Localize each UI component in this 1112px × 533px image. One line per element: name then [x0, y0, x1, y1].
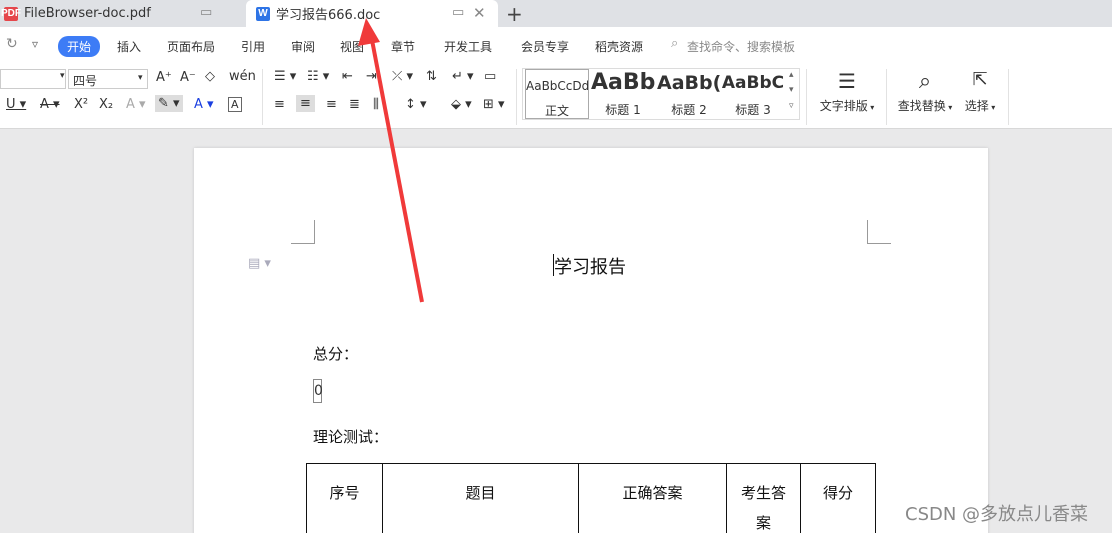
watermark-text: CSDN @多放点儿香菜: [905, 504, 1089, 525]
wps-writer-window: PDF FileBrowser-doc.pdf ▭ W 学习报告666.doc …: [0, 0, 1112, 533]
arrow-shaft: [370, 39, 424, 303]
arrow-head: [358, 18, 380, 46]
annotation-arrow: [358, 18, 424, 303]
